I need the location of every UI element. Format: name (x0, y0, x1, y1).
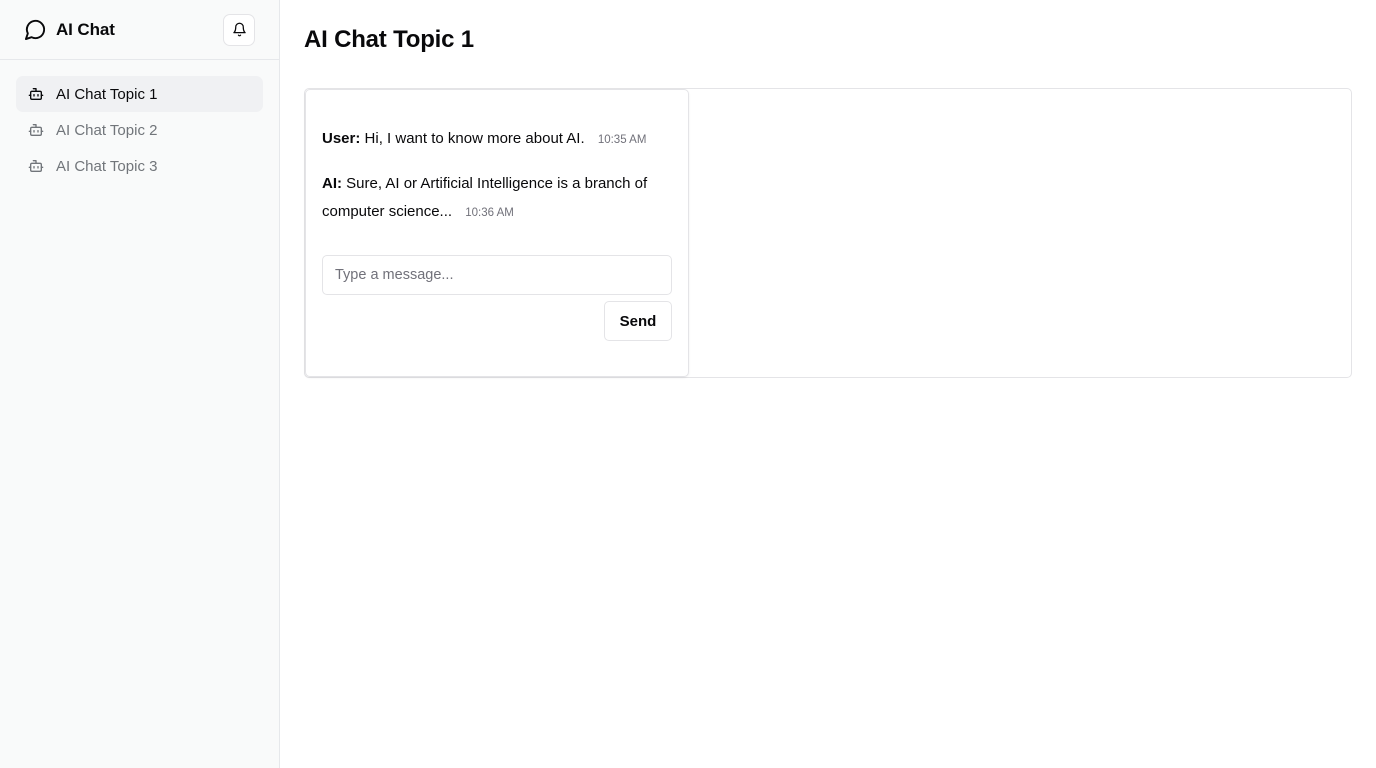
chat-card: User: Hi, I want to know more about AI. … (305, 89, 689, 377)
message-list: User: Hi, I want to know more about AI. … (322, 125, 672, 227)
bot-icon (28, 122, 44, 138)
brand: AI Chat (24, 18, 115, 41)
message-item: AI: Sure, AI or Artificial Intelligence … (322, 170, 672, 227)
bot-icon (28, 86, 44, 102)
bot-icon (28, 158, 44, 174)
sidebar-item-topic-2[interactable]: AI Chat Topic 2 (16, 112, 263, 148)
sidebar: AI Chat AI Chat Topic 1 AI Chat Topic 2 … (0, 0, 280, 768)
sidebar-item-label: AI Chat Topic 3 (56, 157, 158, 175)
composer: Send (322, 255, 672, 341)
sidebar-item-topic-1[interactable]: AI Chat Topic 1 (16, 76, 263, 112)
app-root: AI Chat AI Chat Topic 1 AI Chat Topic 2 … (0, 0, 1376, 768)
sidebar-item-label: AI Chat Topic 1 (56, 85, 158, 103)
message-sender: AI: (322, 175, 342, 192)
sidebar-item-label: AI Chat Topic 2 (56, 121, 158, 139)
message-timestamp: 10:35 AM (597, 134, 647, 146)
message-input[interactable] (322, 255, 672, 295)
sidebar-header: AI Chat (0, 0, 279, 60)
sidebar-item-topic-3[interactable]: AI Chat Topic 3 (16, 148, 263, 184)
message-circle-icon (24, 18, 47, 41)
send-button[interactable]: Send (604, 301, 672, 341)
message-item: User: Hi, I want to know more about AI. … (322, 125, 672, 154)
message-text: Hi, I want to know more about AI. (364, 130, 585, 147)
sidebar-nav: AI Chat Topic 1 AI Chat Topic 2 AI Chat … (0, 60, 279, 200)
page-title: AI Chat Topic 1 (304, 26, 474, 53)
message-sender: User: (322, 130, 361, 147)
notifications-button[interactable] (223, 13, 255, 46)
app-title: AI Chat (56, 19, 115, 39)
main-content: AI Chat Topic 1 User: Hi, I want to know… (280, 0, 1376, 768)
bell-icon (232, 22, 247, 37)
chat-panel: User: Hi, I want to know more about AI. … (304, 88, 1352, 378)
message-timestamp: 10:36 AM (465, 207, 514, 219)
send-row: Send (322, 301, 672, 341)
